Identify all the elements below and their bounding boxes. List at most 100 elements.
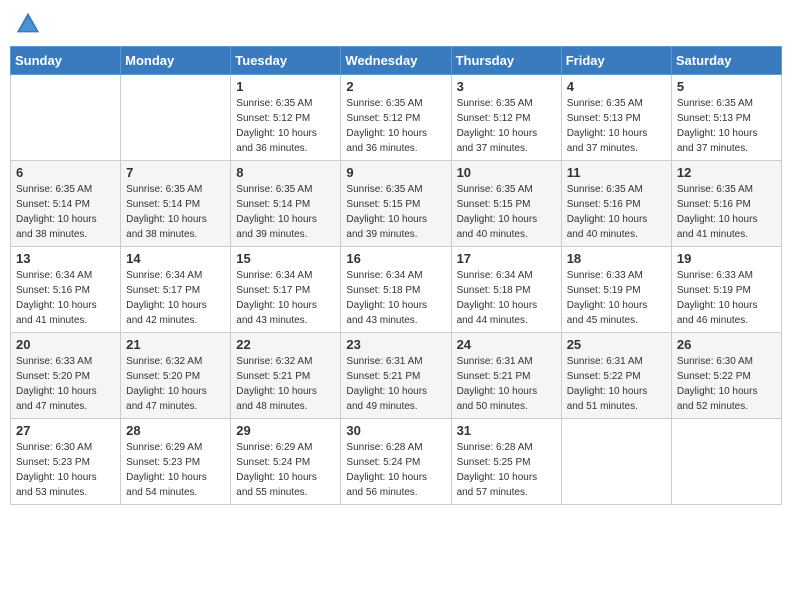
calendar-cell: 12 Sunrise: 6:35 AMSunset: 5:16 PMDayligh… <box>671 161 781 247</box>
day-number: 19 <box>677 251 776 266</box>
day-info: Sunrise: 6:35 AMSunset: 5:15 PMDaylight:… <box>457 182 556 242</box>
calendar-cell: 5 Sunrise: 6:35 AMSunset: 5:13 PMDaylight… <box>671 75 781 161</box>
day-info: Sunrise: 6:29 AMSunset: 5:24 PMDaylight:… <box>236 440 335 500</box>
day-number: 13 <box>16 251 115 266</box>
calendar-cell: 19Sunrise: 6:33 AMSunset: 5:19 PMDayligh… <box>671 247 781 333</box>
calendar-cell <box>671 419 781 505</box>
day-number: 3 <box>457 79 556 94</box>
day-info: Sunrise: 6:34 AMSunset: 5:16 PMDaylight:… <box>16 268 115 328</box>
day-number: 10 <box>457 165 556 180</box>
calendar-cell: 3 Sunrise: 6:35 AMSunset: 5:12 PMDaylight… <box>451 75 561 161</box>
day-number: 5 <box>677 79 776 94</box>
calendar-table: SundayMondayTuesdayWednesdayThursdayFrid… <box>10 46 782 505</box>
day-number: 30 <box>346 423 445 438</box>
calendar-cell: 17 Sunrise: 6:34 AMSunset: 5:18 PMDayligh… <box>451 247 561 333</box>
day-number: 25 <box>567 337 666 352</box>
day-info: Sunrise: 6:35 AMSunset: 5:16 PMDaylight:… <box>677 182 776 242</box>
calendar-header-row: SundayMondayTuesdayWednesdayThursdayFrid… <box>11 47 782 75</box>
weekday-header: Thursday <box>451 47 561 75</box>
day-info: Sunrise: 6:35 AMSunset: 5:13 PMDaylight:… <box>567 96 666 156</box>
calendar-cell: 21 Sunrise: 6:32 AMSunset: 5:20 PMDayligh… <box>121 333 231 419</box>
day-number: 18 <box>567 251 666 266</box>
weekday-header: Friday <box>561 47 671 75</box>
calendar-week-row: 1 Sunrise: 6:35 AMSunset: 5:12 PMDaylight… <box>11 75 782 161</box>
day-number: 7 <box>126 165 225 180</box>
day-info: Sunrise: 6:28 AMSunset: 5:25 PMDaylight:… <box>457 440 556 500</box>
calendar-cell: 25 Sunrise: 6:31 AMSunset: 5:22 PMDayligh… <box>561 333 671 419</box>
day-number: 15 <box>236 251 335 266</box>
day-number: 23 <box>346 337 445 352</box>
day-number: 4 <box>567 79 666 94</box>
day-number: 28 <box>126 423 225 438</box>
day-info: Sunrise: 6:31 AMSunset: 5:21 PMDaylight:… <box>457 354 556 414</box>
day-info: Sunrise: 6:28 AMSunset: 5:24 PMDaylight:… <box>346 440 445 500</box>
calendar-cell: 22Sunrise: 6:32 AMSunset: 5:21 PMDayligh… <box>231 333 341 419</box>
day-number: 21 <box>126 337 225 352</box>
calendar-cell: 16 Sunrise: 6:34 AMSunset: 5:18 PMDayligh… <box>341 247 451 333</box>
day-info: Sunrise: 6:31 AMSunset: 5:21 PMDaylight:… <box>346 354 445 414</box>
day-info: Sunrise: 6:35 AMSunset: 5:16 PMDaylight:… <box>567 182 666 242</box>
day-info: Sunrise: 6:34 AMSunset: 5:17 PMDaylight:… <box>126 268 225 328</box>
calendar-cell: 2 Sunrise: 6:35 AMSunset: 5:12 PMDaylight… <box>341 75 451 161</box>
day-number: 2 <box>346 79 445 94</box>
calendar-week-row: 13 Sunrise: 6:34 AMSunset: 5:16 PMDayligh… <box>11 247 782 333</box>
calendar-week-row: 20 Sunrise: 6:33 AMSunset: 5:20 PMDayligh… <box>11 333 782 419</box>
weekday-header: Monday <box>121 47 231 75</box>
calendar-cell <box>121 75 231 161</box>
day-info: Sunrise: 6:31 AMSunset: 5:22 PMDaylight:… <box>567 354 666 414</box>
calendar-cell: 7 Sunrise: 6:35 AMSunset: 5:14 PMDaylight… <box>121 161 231 247</box>
weekday-header: Saturday <box>671 47 781 75</box>
day-number: 17 <box>457 251 556 266</box>
day-number: 16 <box>346 251 445 266</box>
day-info: Sunrise: 6:35 AMSunset: 5:12 PMDaylight:… <box>236 96 335 156</box>
calendar-cell: 30 Sunrise: 6:28 AMSunset: 5:24 PMDayligh… <box>341 419 451 505</box>
weekday-header: Sunday <box>11 47 121 75</box>
logo-icon <box>14 10 42 38</box>
day-number: 20 <box>16 337 115 352</box>
day-info: Sunrise: 6:35 AMSunset: 5:12 PMDaylight:… <box>457 96 556 156</box>
day-number: 8 <box>236 165 335 180</box>
day-info: Sunrise: 6:33 AMSunset: 5:20 PMDaylight:… <box>16 354 115 414</box>
day-number: 12 <box>677 165 776 180</box>
day-info: Sunrise: 6:35 AMSunset: 5:14 PMDaylight:… <box>236 182 335 242</box>
day-number: 26 <box>677 337 776 352</box>
day-info: Sunrise: 6:32 AMSunset: 5:20 PMDaylight:… <box>126 354 225 414</box>
weekday-header: Tuesday <box>231 47 341 75</box>
day-info: Sunrise: 6:34 AMSunset: 5:18 PMDaylight:… <box>346 268 445 328</box>
day-number: 6 <box>16 165 115 180</box>
calendar-cell: 8 Sunrise: 6:35 AMSunset: 5:14 PMDaylight… <box>231 161 341 247</box>
logo <box>14 10 46 38</box>
calendar-cell: 11 Sunrise: 6:35 AMSunset: 5:16 PMDayligh… <box>561 161 671 247</box>
day-info: Sunrise: 6:35 AMSunset: 5:14 PMDaylight:… <box>126 182 225 242</box>
calendar-cell: 31 Sunrise: 6:28 AMSunset: 5:25 PMDayligh… <box>451 419 561 505</box>
calendar-week-row: 27 Sunrise: 6:30 AMSunset: 5:23 PMDayligh… <box>11 419 782 505</box>
day-number: 27 <box>16 423 115 438</box>
calendar-cell: 13 Sunrise: 6:34 AMSunset: 5:16 PMDayligh… <box>11 247 121 333</box>
calendar-cell: 15 Sunrise: 6:34 AMSunset: 5:17 PMDayligh… <box>231 247 341 333</box>
day-info: Sunrise: 6:35 AMSunset: 5:12 PMDaylight:… <box>346 96 445 156</box>
calendar-week-row: 6 Sunrise: 6:35 AMSunset: 5:14 PMDaylight… <box>11 161 782 247</box>
calendar-cell: 23 Sunrise: 6:31 AMSunset: 5:21 PMDayligh… <box>341 333 451 419</box>
calendar-cell: 14 Sunrise: 6:34 AMSunset: 5:17 PMDayligh… <box>121 247 231 333</box>
calendar-cell: 28Sunrise: 6:29 AMSunset: 5:23 PMDayligh… <box>121 419 231 505</box>
day-number: 1 <box>236 79 335 94</box>
day-number: 9 <box>346 165 445 180</box>
day-info: Sunrise: 6:34 AMSunset: 5:18 PMDaylight:… <box>457 268 556 328</box>
day-number: 11 <box>567 165 666 180</box>
day-number: 31 <box>457 423 556 438</box>
day-info: Sunrise: 6:30 AMSunset: 5:23 PMDaylight:… <box>16 440 115 500</box>
calendar-cell: 4 Sunrise: 6:35 AMSunset: 5:13 PMDaylight… <box>561 75 671 161</box>
calendar-cell: 6Sunrise: 6:35 AMSunset: 5:14 PMDaylight… <box>11 161 121 247</box>
day-number: 14 <box>126 251 225 266</box>
day-number: 29 <box>236 423 335 438</box>
day-info: Sunrise: 6:34 AMSunset: 5:17 PMDaylight:… <box>236 268 335 328</box>
day-info: Sunrise: 6:30 AMSunset: 5:22 PMDaylight:… <box>677 354 776 414</box>
day-info: Sunrise: 6:35 AMSunset: 5:13 PMDaylight:… <box>677 96 776 156</box>
calendar-cell: 20 Sunrise: 6:33 AMSunset: 5:20 PMDayligh… <box>11 333 121 419</box>
day-number: 22 <box>236 337 335 352</box>
calendar-cell <box>561 419 671 505</box>
calendar-cell: 29 Sunrise: 6:29 AMSunset: 5:24 PMDayligh… <box>231 419 341 505</box>
calendar-cell: 10 Sunrise: 6:35 AMSunset: 5:15 PMDayligh… <box>451 161 561 247</box>
calendar-cell <box>11 75 121 161</box>
calendar-cell: 1 Sunrise: 6:35 AMSunset: 5:12 PMDaylight… <box>231 75 341 161</box>
